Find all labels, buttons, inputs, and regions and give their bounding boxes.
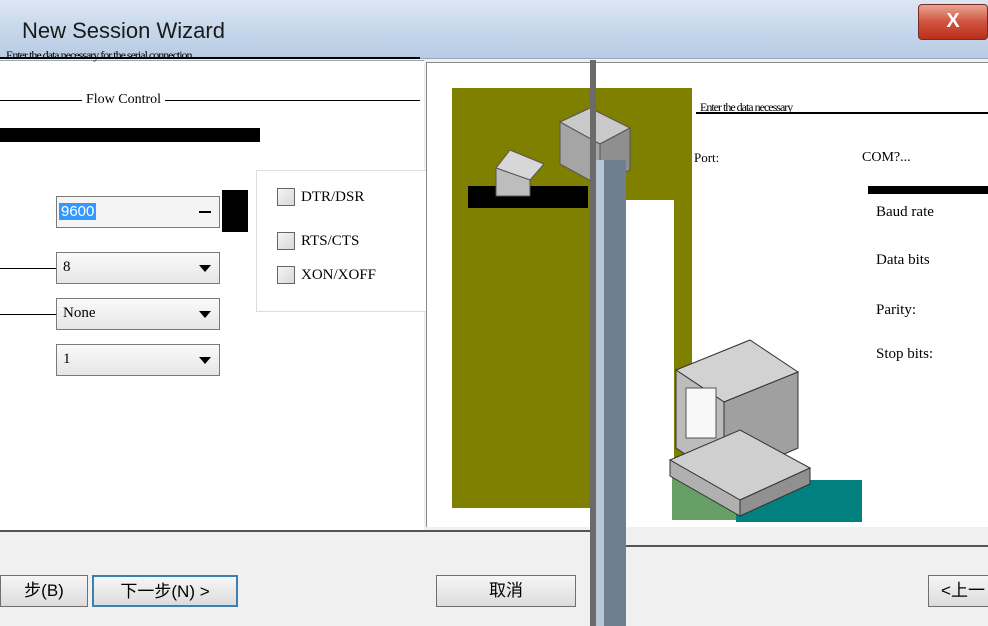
rts-cts-label: RTS/CTS [301, 232, 360, 249]
dtr-dsr-checkbox[interactable] [277, 188, 295, 206]
dtr-dsr-label: DTR/DSR [301, 188, 365, 205]
data-bits-select[interactable]: 8 [56, 252, 220, 284]
right-back-button[interactable]: <上一 [928, 575, 988, 607]
window-title: New Session Wizard [22, 18, 225, 43]
left-header-text: Enter the data necessary for the serial … [6, 48, 193, 62]
dtr-dsr-option[interactable]: DTR/DSR [277, 185, 364, 209]
rts-cts-option[interactable]: RTS/CTS [277, 229, 359, 253]
baud-dropdown-dash [199, 211, 211, 213]
render-artifact-strip-right [868, 186, 988, 194]
computer-icon [668, 339, 812, 517]
parity-value: None [63, 305, 96, 321]
right-footer-separator [620, 545, 988, 547]
stop-bits-label: Stop bits: [876, 346, 934, 362]
close-button[interactable]: X [918, 4, 988, 40]
back-button[interactable]: 步(B) [0, 575, 88, 607]
render-artifact-block [222, 190, 248, 232]
data-bits-leader [0, 268, 56, 269]
data-bits-label: Data bits [876, 252, 930, 268]
baud-rate-value: 9600 [59, 203, 97, 220]
left-header-rule [0, 57, 420, 59]
flow-control-label: Flow Control [82, 92, 166, 108]
port-value: COM?... [862, 150, 911, 165]
left-footer-separator [0, 530, 600, 532]
parity-select[interactable]: None [56, 298, 220, 330]
port-label: Port: [694, 150, 720, 165]
chevron-down-icon [199, 311, 211, 318]
parity-leader [0, 314, 56, 315]
stop-bits-value: 1 [63, 351, 71, 367]
render-artifact-divider-dark [604, 160, 626, 626]
right-header-rule [696, 112, 988, 114]
baud-rate-field[interactable]: 9600 [56, 196, 220, 228]
baud-rate-label: Baud rate [876, 204, 934, 220]
xon-xoff-label: XON/XOFF [301, 266, 377, 283]
xon-xoff-checkbox[interactable] [277, 266, 295, 284]
parity-label: Parity: [876, 302, 916, 318]
chevron-down-icon [199, 357, 211, 364]
flow-control-group: DTR/DSR RTS/CTS XON/XOFF [256, 170, 446, 312]
render-artifact-bar [0, 128, 260, 142]
cancel-button[interactable]: 取消 [436, 575, 576, 607]
flow-group-line [0, 100, 420, 101]
xon-xoff-option[interactable]: XON/XOFF [277, 263, 376, 287]
next-button[interactable]: 下一步(N) > [92, 575, 238, 607]
chevron-down-icon [199, 265, 211, 272]
rts-cts-checkbox[interactable] [277, 232, 295, 250]
data-bits-value: 8 [63, 259, 71, 275]
render-artifact-divider-light [596, 160, 604, 626]
stop-bits-select[interactable]: 1 [56, 344, 220, 376]
